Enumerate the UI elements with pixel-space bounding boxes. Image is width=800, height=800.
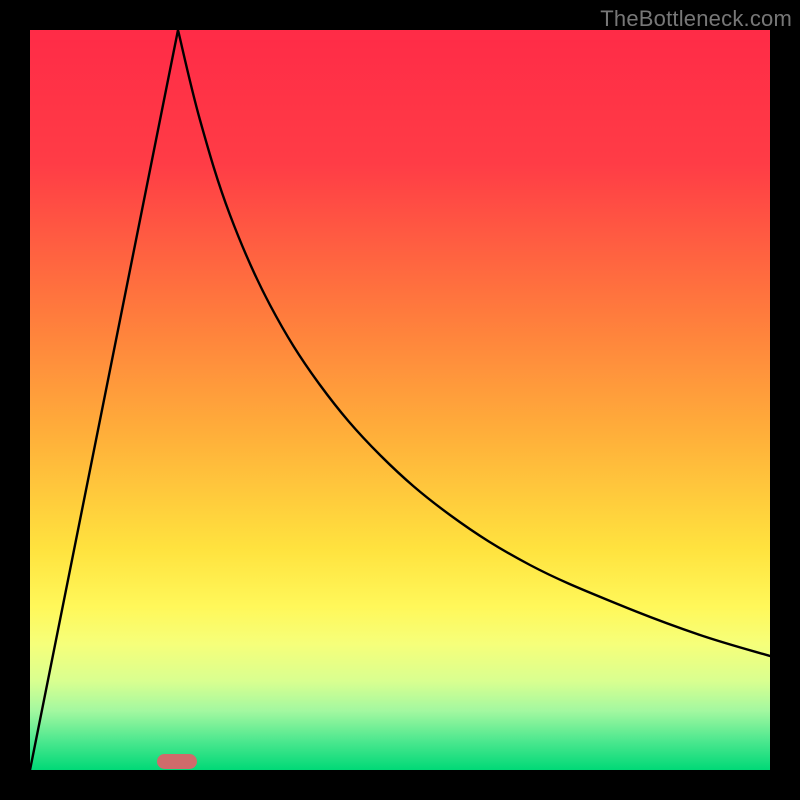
min-marker xyxy=(157,754,197,769)
watermark-text: TheBottleneck.com xyxy=(600,6,792,32)
plot-area xyxy=(30,30,770,770)
chart-frame: TheBottleneck.com xyxy=(0,0,800,800)
bottleneck-curve xyxy=(30,30,770,770)
